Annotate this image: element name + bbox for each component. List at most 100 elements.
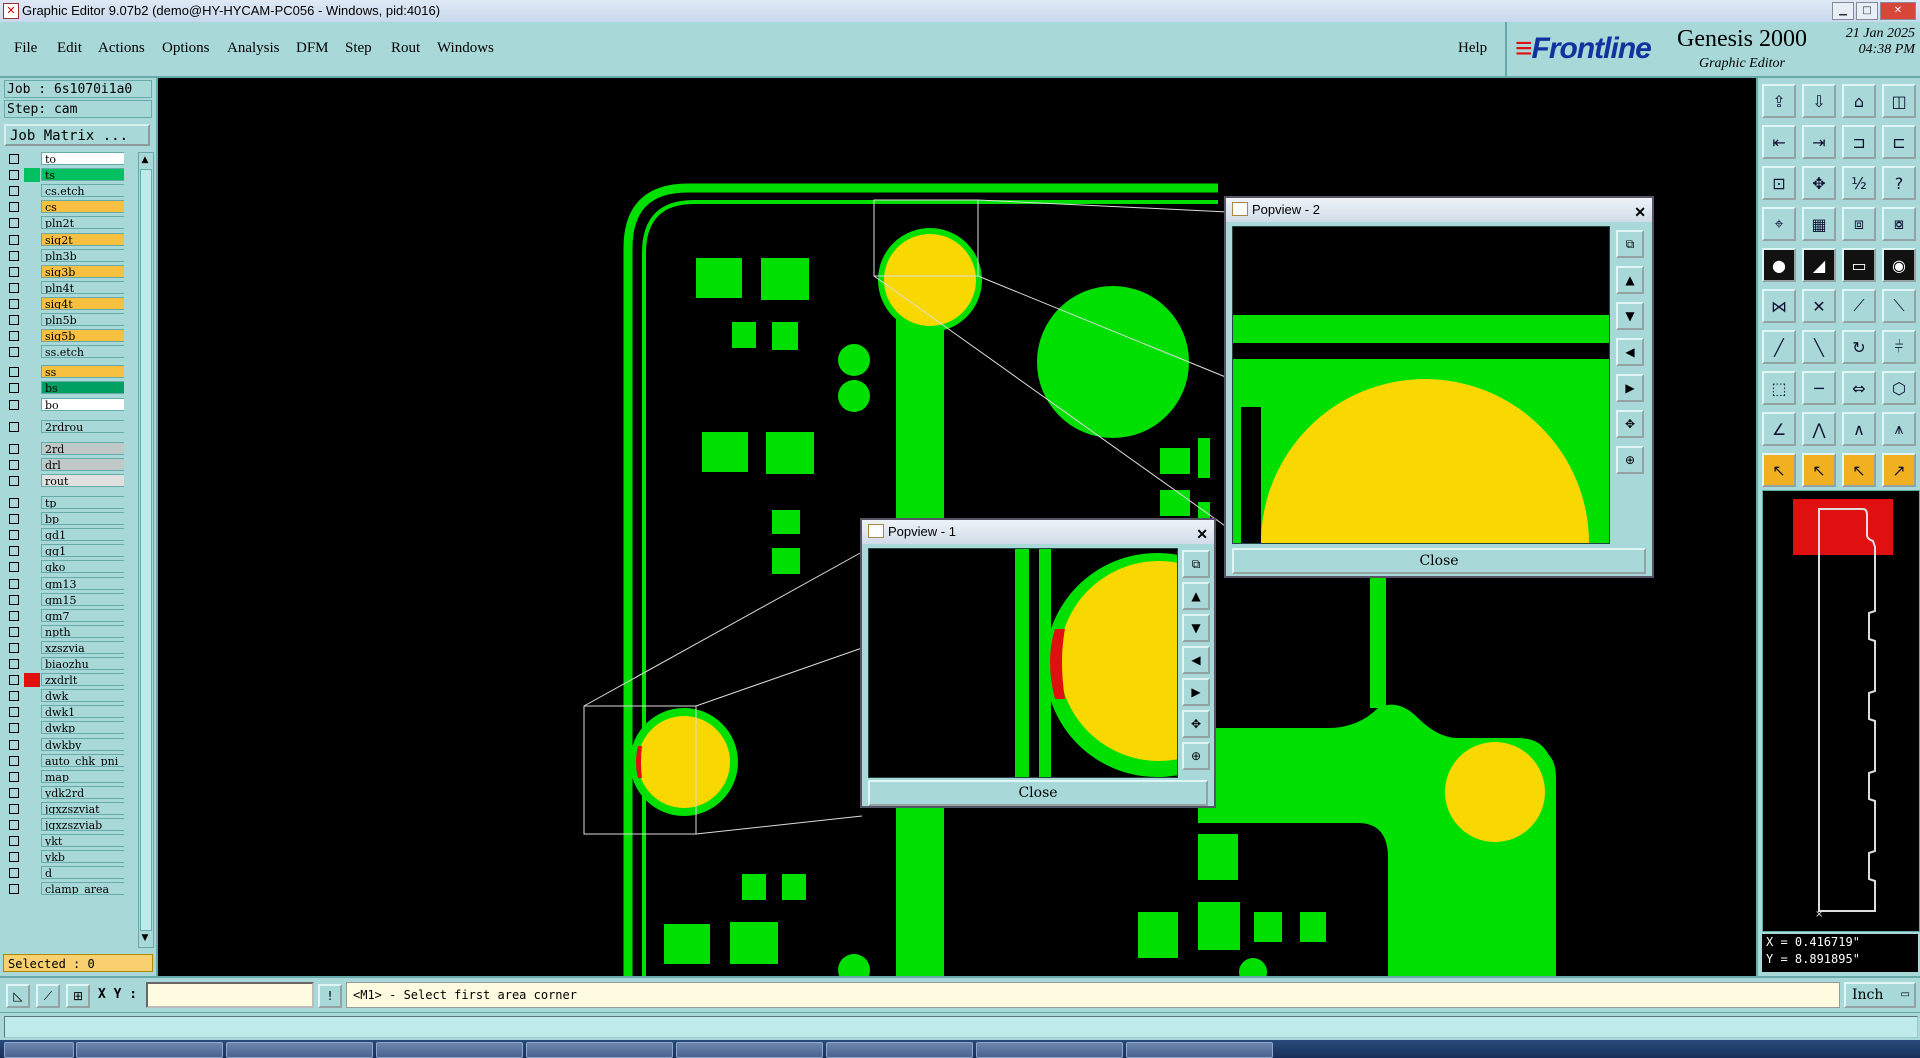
layer-checkbox[interactable] <box>9 852 19 862</box>
pv1-center-icon[interactable]: ⊕ <box>1182 742 1210 770</box>
layer-color-swatch[interactable] <box>24 657 40 671</box>
layer-name[interactable]: rout <box>41 474 124 487</box>
layer-color-swatch[interactable] <box>24 625 40 639</box>
layer-color-swatch[interactable] <box>24 866 40 880</box>
pv1-zoom-icon[interactable]: ⧉ <box>1182 550 1210 578</box>
line-icon[interactable]: ╱ <box>1762 330 1796 364</box>
layer-checkbox[interactable] <box>9 836 19 846</box>
layer-row[interactable]: dwk <box>4 689 124 703</box>
layer-color-swatch[interactable] <box>24 365 40 379</box>
house-icon[interactable]: ⌂ <box>1842 84 1876 118</box>
layer-checkbox[interactable] <box>9 498 19 508</box>
layer-row[interactable]: jgxzszviab <box>4 818 124 832</box>
layer-color-swatch[interactable] <box>24 345 40 359</box>
layer-checkbox[interactable] <box>9 884 19 894</box>
layer-row[interactable]: d <box>4 866 124 880</box>
menu-analysis[interactable]: Analysis <box>227 40 280 57</box>
layer-row[interactable]: pln5b <box>4 313 124 327</box>
layer-checkbox[interactable] <box>9 315 19 325</box>
layer-color-swatch[interactable] <box>24 216 40 230</box>
layer-checkbox[interactable] <box>9 460 19 470</box>
layer-color-swatch[interactable] <box>24 152 40 166</box>
measure-icon[interactable]: ⟋ <box>36 984 60 1008</box>
grid-icon[interactable]: ▦ <box>1802 207 1836 241</box>
menu-step[interactable]: Step <box>345 40 372 57</box>
layer-name[interactable]: gm7 <box>41 609 124 622</box>
layer-row[interactable]: gm13 <box>4 577 124 591</box>
layer-color-swatch[interactable] <box>24 850 40 864</box>
dot-icon[interactable]: ◉ <box>1882 248 1916 282</box>
xy-input[interactable] <box>146 982 314 1008</box>
layer-row[interactable]: gko <box>4 560 124 574</box>
pv1-fit-icon[interactable]: ✥ <box>1182 710 1210 738</box>
layer-color-swatch[interactable] <box>24 593 40 607</box>
layer-color-swatch[interactable] <box>24 249 40 263</box>
layer-checkbox[interactable] <box>9 772 19 782</box>
layer-name[interactable]: ss.etch <box>41 345 124 358</box>
shapes-icon[interactable]: ⬡ <box>1882 371 1916 405</box>
pv1-pan-left-icon[interactable]: ◀ <box>1182 646 1210 674</box>
arc-point-icon[interactable]: ⟋ <box>1842 289 1876 323</box>
layer-name[interactable]: ss <box>41 365 124 378</box>
layer-row[interactable]: npth <box>4 625 124 639</box>
taskbar-item[interactable] <box>976 1042 1123 1058</box>
info-icon[interactable]: ! <box>318 984 342 1008</box>
layer-checkbox[interactable] <box>9 659 19 669</box>
layer-color-swatch[interactable] <box>24 168 40 182</box>
query-icon[interactable]: ? <box>1882 166 1916 200</box>
layer-name[interactable]: ykb <box>41 850 124 863</box>
layer-color-swatch[interactable] <box>24 458 40 472</box>
pointer-edit-icon[interactable]: ↗ <box>1882 453 1916 487</box>
taskbar-item[interactable] <box>676 1042 823 1058</box>
layer-row[interactable]: map <box>4 770 124 784</box>
layer-checkbox[interactable] <box>9 820 19 830</box>
layer-checkbox[interactable] <box>9 707 19 717</box>
layer-checkbox[interactable] <box>9 740 19 750</box>
layer-row[interactable]: zxdrlt <box>4 673 124 687</box>
layer-checkbox[interactable] <box>9 400 19 410</box>
layer-row[interactable]: ykt <box>4 834 124 848</box>
layer-name[interactable]: pln5b <box>41 313 124 326</box>
connect-icon[interactable]: ⋈ <box>1762 289 1796 323</box>
layer-color-swatch[interactable] <box>24 329 40 343</box>
layer-checkbox[interactable] <box>9 383 19 393</box>
layer-row[interactable]: dwkp <box>4 721 124 735</box>
layer-checkbox[interactable] <box>9 331 19 341</box>
layer-name[interactable]: cs <box>41 200 124 213</box>
panels-icon[interactable]: ◫ <box>1882 84 1916 118</box>
layer-name[interactable]: d <box>41 866 124 879</box>
pv2-pan-down-icon[interactable]: ▼ <box>1616 302 1644 330</box>
layer-checkbox[interactable] <box>9 235 19 245</box>
layer-checkbox[interactable] <box>9 756 19 766</box>
layer-name[interactable]: jgxzszviat <box>41 802 124 815</box>
pv2-pan-right-icon[interactable]: ▶ <box>1616 374 1644 402</box>
slash-icon[interactable]: ╲ <box>1802 330 1836 364</box>
layer-checkbox[interactable] <box>9 530 19 540</box>
angle1-icon[interactable]: ∠ <box>1762 412 1796 446</box>
layer-checkbox[interactable] <box>9 788 19 798</box>
taskbar-item[interactable] <box>526 1042 673 1058</box>
board-minimap[interactable]: × <box>1762 490 1920 932</box>
layer-checkbox[interactable] <box>9 347 19 357</box>
layer-color-swatch[interactable] <box>24 184 40 198</box>
layer-checkbox[interactable] <box>9 546 19 556</box>
popview-1-close-icon[interactable]: ✕ <box>1196 522 1208 546</box>
pv1-pan-down-icon[interactable]: ▼ <box>1182 614 1210 642</box>
layer-name[interactable]: sig4t <box>41 297 124 310</box>
layer-row[interactable]: biaozhu <box>4 657 124 671</box>
layer-row[interactable]: pln2t <box>4 216 124 230</box>
layer-row[interactable]: sig4t <box>4 297 124 311</box>
layer-checkbox[interactable] <box>9 579 19 589</box>
layer-name[interactable]: pln4t <box>41 281 124 294</box>
layer-color-swatch[interactable] <box>24 609 40 623</box>
layer-name[interactable]: auto_chk_pni <box>41 754 124 767</box>
layer-color-swatch[interactable] <box>24 641 40 655</box>
popview-2-close-button[interactable]: Close <box>1232 548 1646 574</box>
pointer-move-icon[interactable]: ↖ <box>1842 453 1876 487</box>
measure-icon[interactable]: ⧇ <box>1882 207 1916 241</box>
layer-color-swatch[interactable] <box>24 818 40 832</box>
pads-icon[interactable]: ⬚ <box>1762 371 1796 405</box>
layer-list-scrollbar[interactable]: ▲ ▼ <box>138 152 154 948</box>
taskbar-item[interactable] <box>76 1042 223 1058</box>
rotate-icon[interactable]: ↻ <box>1842 330 1876 364</box>
